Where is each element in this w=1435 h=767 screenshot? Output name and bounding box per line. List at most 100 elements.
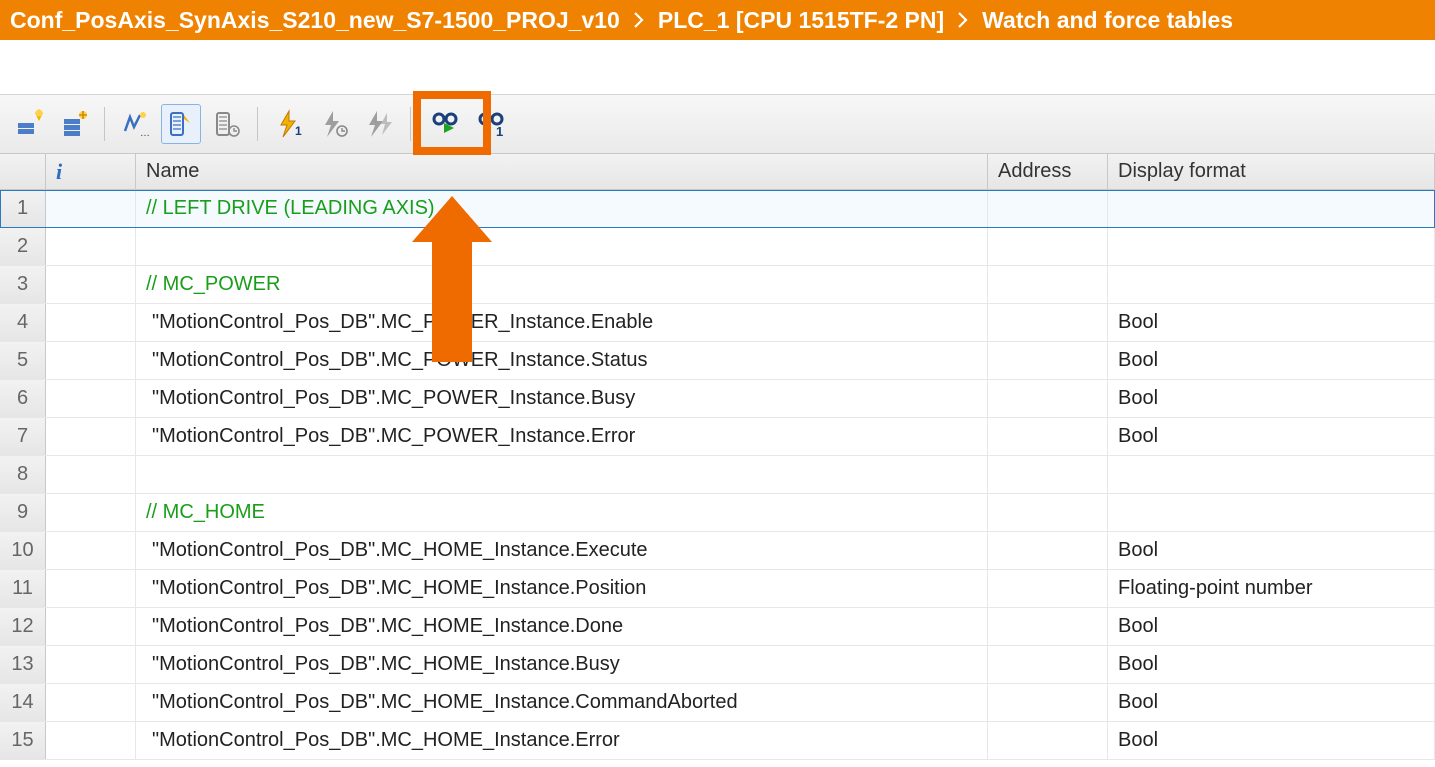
header-display-format[interactable]: Display format [1108, 154, 1435, 189]
table-row[interactable]: 4 "MotionControl_Pos_DB".MC_POWER_Instanc… [0, 304, 1435, 342]
modify-with-trigger-button[interactable] [207, 104, 247, 144]
row-number[interactable]: 8 [0, 456, 46, 493]
row-variable-name[interactable]: "MotionControl_Pos_DB".MC_POWER_Instance… [136, 380, 988, 417]
row-number[interactable]: 14 [0, 684, 46, 721]
row-number[interactable]: 7 [0, 418, 46, 455]
row-address[interactable] [988, 494, 1108, 531]
row-number[interactable]: 1 [0, 190, 46, 227]
row-address[interactable] [988, 304, 1108, 341]
row-address[interactable] [988, 190, 1108, 227]
row-variable-name[interactable]: "MotionControl_Pos_DB".MC_POWER_Instance… [136, 342, 988, 379]
table-row[interactable]: 3 // MC_POWER [0, 266, 1435, 304]
row-address[interactable] [988, 380, 1108, 417]
breadcrumb-section[interactable]: Watch and force tables [982, 7, 1233, 34]
add-row-button[interactable] [54, 104, 94, 144]
table-row[interactable]: 5 "MotionControl_Pos_DB".MC_POWER_Instanc… [0, 342, 1435, 380]
flash-trigger-button[interactable] [314, 104, 354, 144]
row-info [46, 380, 136, 417]
row-display-format[interactable]: Bool [1108, 646, 1435, 683]
row-variable-name[interactable] [136, 456, 988, 493]
row-comment[interactable]: // LEFT DRIVE (LEADING AXIS) [136, 190, 988, 227]
row-display-format[interactable]: Bool [1108, 380, 1435, 417]
row-number[interactable]: 4 [0, 304, 46, 341]
row-display-format[interactable]: Bool [1108, 684, 1435, 721]
row-variable-name[interactable] [136, 228, 988, 265]
row-number[interactable]: 15 [0, 722, 46, 759]
table-row[interactable]: 1 // LEFT DRIVE (LEADING AXIS) [0, 190, 1435, 228]
row-address[interactable] [988, 646, 1108, 683]
modify-now-extended-button[interactable]: … [115, 104, 155, 144]
table-row[interactable]: 12 "MotionControl_Pos_DB".MC_HOME_Instanc… [0, 608, 1435, 646]
row-comment[interactable]: // MC_HOME [136, 494, 988, 531]
row-display-format[interactable]: Bool [1108, 608, 1435, 645]
row-address[interactable] [988, 342, 1108, 379]
row-address[interactable] [988, 418, 1108, 455]
row-address[interactable] [988, 456, 1108, 493]
svg-text:1: 1 [496, 124, 503, 139]
row-number[interactable]: 11 [0, 570, 46, 607]
breadcrumb-project[interactable]: Conf_PosAxis_SynAxis_S210_new_S7-1500_PR… [10, 7, 620, 34]
insert-row-button[interactable] [8, 104, 48, 144]
row-number[interactable]: 2 [0, 228, 46, 265]
table-row[interactable]: 9 // MC_HOME [0, 494, 1435, 532]
row-number[interactable]: 10 [0, 532, 46, 569]
row-display-format[interactable] [1108, 494, 1435, 531]
row-display-format[interactable]: Bool [1108, 532, 1435, 569]
row-display-format[interactable] [1108, 190, 1435, 227]
row-display-format[interactable] [1108, 228, 1435, 265]
row-display-format[interactable]: Bool [1108, 722, 1435, 759]
row-info [46, 494, 136, 531]
row-variable-name[interactable]: "MotionControl_Pos_DB".MC_POWER_Instance… [136, 304, 988, 341]
row-address[interactable] [988, 570, 1108, 607]
flash-multi-button[interactable] [360, 104, 400, 144]
monitor-once-button[interactable]: 1 [471, 104, 511, 144]
row-address[interactable] [988, 266, 1108, 303]
flash-once-button[interactable]: 1 [268, 104, 308, 144]
table-row[interactable]: 6 "MotionControl_Pos_DB".MC_POWER_Instanc… [0, 380, 1435, 418]
row-address[interactable] [988, 684, 1108, 721]
row-variable-name[interactable]: "MotionControl_Pos_DB".MC_HOME_Instance.… [136, 722, 988, 759]
row-display-format[interactable]: Bool [1108, 418, 1435, 455]
monitor-all-button[interactable] [425, 104, 465, 144]
row-number[interactable]: 6 [0, 380, 46, 417]
row-display-format[interactable]: Floating-point number [1108, 570, 1435, 607]
row-number[interactable]: 13 [0, 646, 46, 683]
row-number[interactable]: 5 [0, 342, 46, 379]
row-info [46, 190, 136, 227]
row-address[interactable] [988, 532, 1108, 569]
row-info [46, 342, 136, 379]
row-info [46, 456, 136, 493]
row-display-format[interactable] [1108, 266, 1435, 303]
row-variable-name[interactable]: "MotionControl_Pos_DB".MC_HOME_Instance.… [136, 608, 988, 645]
row-number[interactable]: 12 [0, 608, 46, 645]
row-display-format[interactable]: Bool [1108, 342, 1435, 379]
table-row[interactable]: 15 "MotionControl_Pos_DB".MC_HOME_Instanc… [0, 722, 1435, 760]
breadcrumb-plc[interactable]: PLC_1 [CPU 1515TF-2 PN] [658, 7, 944, 34]
row-variable-name[interactable]: "MotionControl_Pos_DB".MC_POWER_Instance… [136, 418, 988, 455]
modify-now-button[interactable] [161, 104, 201, 144]
table-row[interactable]: 7 "MotionControl_Pos_DB".MC_POWER_Instanc… [0, 418, 1435, 456]
row-variable-name[interactable]: "MotionControl_Pos_DB".MC_HOME_Instance.… [136, 684, 988, 721]
row-address[interactable] [988, 608, 1108, 645]
row-variable-name[interactable]: "MotionControl_Pos_DB".MC_HOME_Instance.… [136, 570, 988, 607]
table-row[interactable]: 13 "MotionControl_Pos_DB".MC_HOME_Instanc… [0, 646, 1435, 684]
table-row[interactable]: 8 [0, 456, 1435, 494]
table-row[interactable]: 10 "MotionControl_Pos_DB".MC_HOME_Instanc… [0, 532, 1435, 570]
row-display-format[interactable] [1108, 456, 1435, 493]
row-address[interactable] [988, 228, 1108, 265]
row-address[interactable] [988, 722, 1108, 759]
header-name[interactable]: Name [136, 154, 988, 189]
row-variable-name[interactable]: "MotionControl_Pos_DB".MC_HOME_Instance.… [136, 532, 988, 569]
row-comment[interactable]: // MC_POWER [136, 266, 988, 303]
table-row[interactable]: 2 [0, 228, 1435, 266]
row-display-format[interactable]: Bool [1108, 304, 1435, 341]
table-row[interactable]: 11 "MotionControl_Pos_DB".MC_HOME_Instanc… [0, 570, 1435, 608]
header-display-label: Display format [1118, 160, 1246, 183]
row-number[interactable]: 3 [0, 266, 46, 303]
header-info[interactable]: i [46, 154, 136, 189]
row-number[interactable]: 9 [0, 494, 46, 531]
table-row[interactable]: 14 "MotionControl_Pos_DB".MC_HOME_Instanc… [0, 684, 1435, 722]
row-info [46, 608, 136, 645]
row-variable-name[interactable]: "MotionControl_Pos_DB".MC_HOME_Instance.… [136, 646, 988, 683]
header-address[interactable]: Address [988, 154, 1108, 189]
